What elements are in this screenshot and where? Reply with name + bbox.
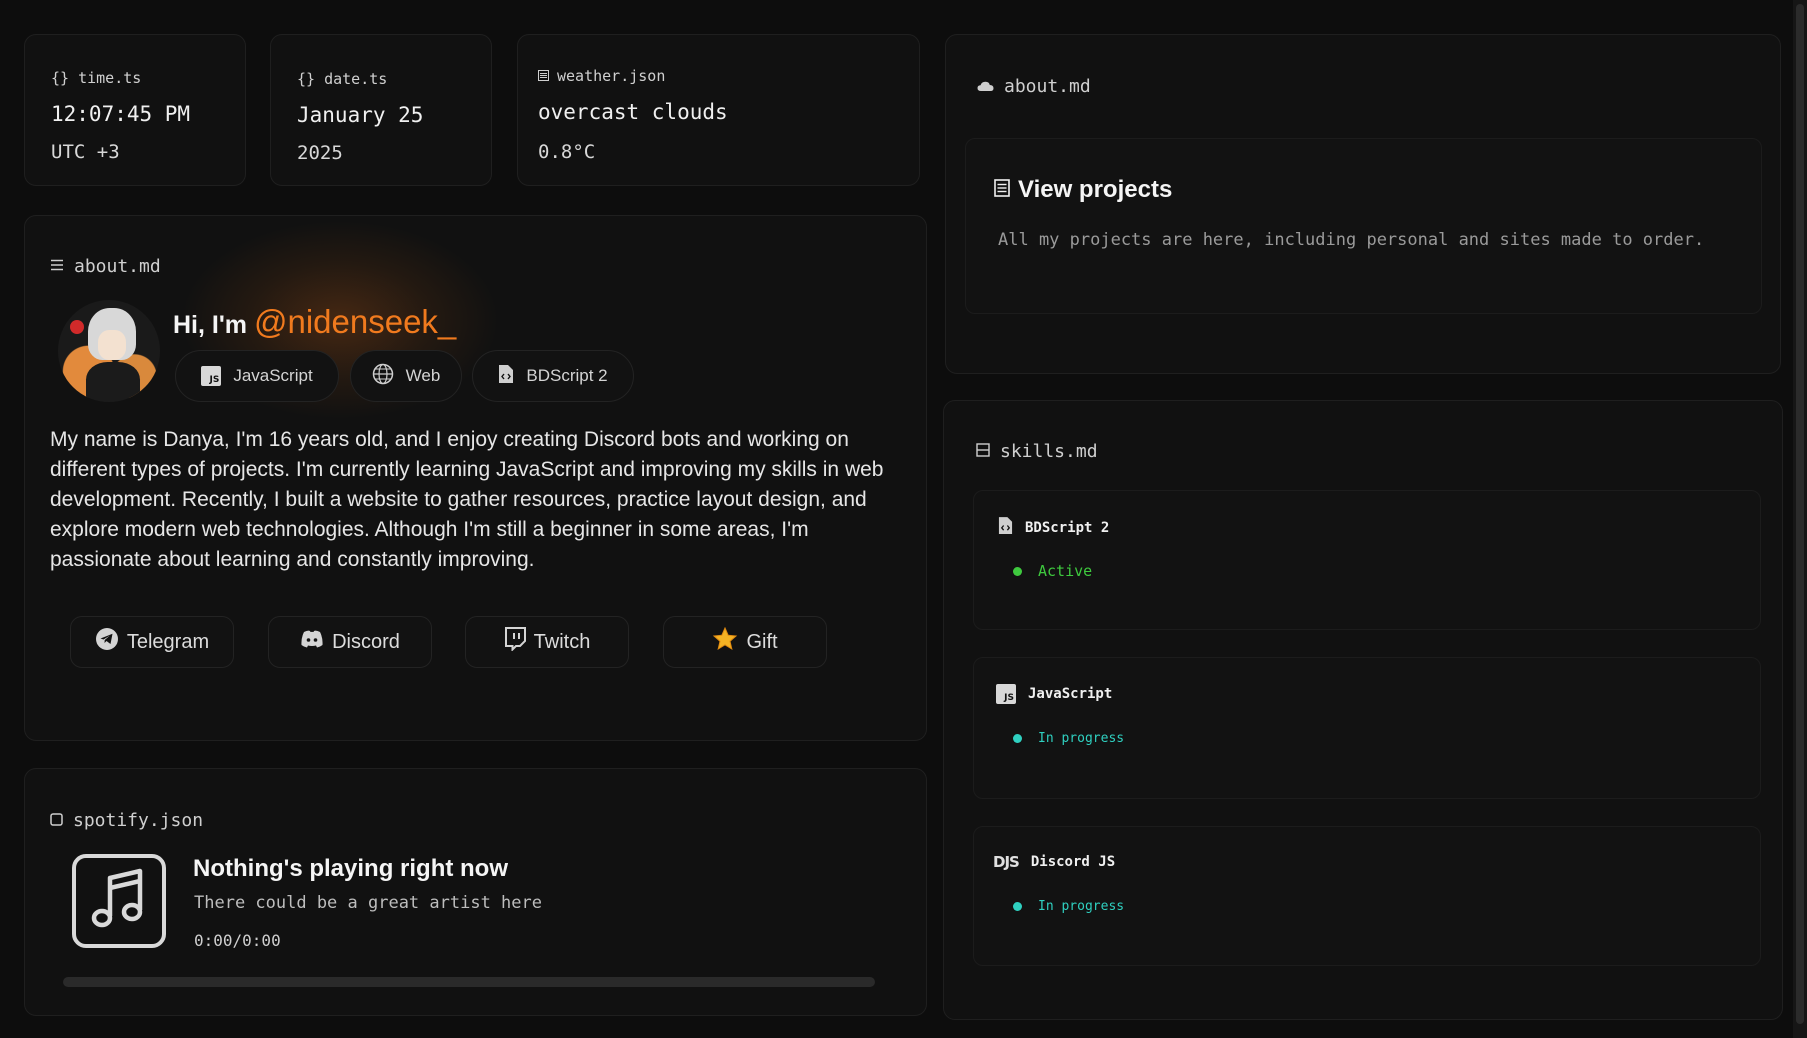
skill-item-discordjs	[973, 826, 1761, 966]
tag-javascript[interactable]: JS JavaScript	[175, 350, 339, 402]
twitch-icon	[504, 627, 526, 657]
discord-icon	[300, 629, 324, 655]
spotify-card-header: spotify.json	[50, 810, 203, 831]
telegram-icon	[95, 627, 119, 657]
album-art	[72, 854, 166, 948]
song-artist: There could be a great artist here	[194, 893, 542, 913]
javascript-icon: JS	[201, 366, 222, 386]
panel-icon	[976, 441, 990, 462]
temperature-value: 0.8°C	[538, 141, 596, 163]
gift-button[interactable]: Gift	[663, 616, 827, 668]
weather-widget: weather.json overcast clouds 0.8°C	[517, 34, 920, 186]
file-code-icon	[998, 516, 1013, 539]
time-widget: {} time.ts 12:07:45 PM UTC +3	[24, 34, 246, 186]
tag-web[interactable]: Web	[350, 350, 462, 402]
song-time: 0:00/0:00	[194, 931, 281, 950]
discord-button[interactable]: Discord	[268, 616, 432, 668]
year-value: 2025	[297, 142, 343, 164]
time-widget-label: {} time.ts	[51, 69, 142, 87]
skill-status-javascript: In progress	[1013, 731, 1124, 746]
twitch-button[interactable]: Twitch	[465, 616, 629, 668]
view-projects-link[interactable]	[965, 138, 1762, 314]
cloud-icon	[977, 76, 994, 97]
weather-description: overcast clouds	[538, 100, 728, 124]
greeting: Hi, I'm @nidenseek_	[173, 303, 457, 340]
skill-item-bdscript	[973, 490, 1761, 630]
document-icon	[538, 67, 549, 85]
menu-icon	[50, 256, 64, 277]
page-scrollbar[interactable]	[1793, 0, 1807, 1038]
typing-cursor: _	[437, 303, 457, 340]
skill-item-javascript	[973, 657, 1761, 799]
about-card-header: about.md	[50, 256, 161, 277]
star-icon	[712, 626, 738, 657]
date-widget: {} date.ts January 25 2025	[270, 34, 492, 186]
weather-widget-label: weather.json	[538, 67, 665, 85]
skill-name-javascript: JS JavaScript	[996, 684, 1112, 704]
globe-icon	[372, 363, 394, 390]
date-widget-label: {} date.ts	[297, 70, 388, 88]
telegram-button[interactable]: Telegram	[70, 616, 234, 668]
avatar	[58, 300, 160, 402]
status-dot	[1013, 902, 1022, 911]
skill-status-bdscript: Active	[1013, 562, 1092, 580]
list-icon	[994, 176, 1010, 204]
skill-status-discordjs: In progress	[1013, 899, 1124, 914]
javascript-icon: JS	[996, 684, 1016, 704]
date-value: January 25	[297, 103, 424, 127]
tag-bdscript[interactable]: BDScript 2	[472, 350, 634, 402]
music-note-icon	[90, 868, 148, 934]
status-dot	[1013, 734, 1022, 743]
view-projects-description: All my projects are here, including pers…	[998, 230, 1705, 250]
status-dot	[1013, 566, 1022, 576]
skills-card-header: skills.md	[976, 441, 1098, 462]
username-handle: @nidenseek	[253, 303, 438, 340]
view-projects-title: View projects	[994, 176, 1172, 204]
song-title: Nothing's playing right now	[193, 855, 509, 882]
bio-text: My name is Danya, I'm 16 years old, and …	[50, 428, 884, 571]
song-progress-bar[interactable]	[63, 977, 875, 987]
skill-name-discordjs: DJS Discord JS	[993, 853, 1116, 871]
square-icon	[50, 810, 63, 831]
timezone-value: UTC +3	[51, 141, 120, 163]
file-code-icon	[498, 364, 514, 389]
scrollbar-thumb[interactable]	[1796, 4, 1804, 1024]
skill-name-bdscript: BDScript 2	[998, 516, 1109, 539]
projects-card-header: about.md	[977, 76, 1091, 97]
time-value: 12:07:45 PM	[51, 102, 191, 126]
discordjs-icon: DJS	[993, 853, 1020, 871]
